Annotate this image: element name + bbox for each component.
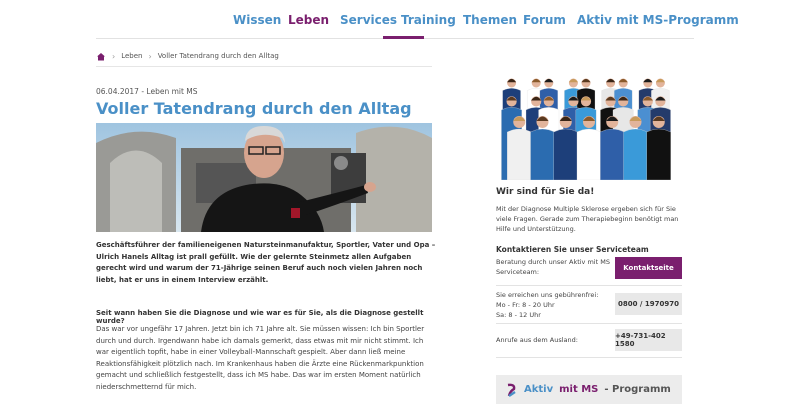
breadcrumb-divider (96, 66, 432, 67)
programm-label-suffix: - Programm (604, 384, 671, 395)
nav-item-aktiv-mit-ms-programm[interactable]: Aktiv mit MS-Programm (577, 13, 739, 27)
abroad-label: Anrufe aus dem Ausland: (496, 336, 578, 344)
article-title: Voller Tatendrang durch den Alltag (96, 99, 412, 118)
interview-answer: Das war vor ungefähr 17 Jahren. Jetzt bi… (96, 325, 425, 391)
nav-item-wissen[interactable]: Wissen (233, 13, 281, 27)
interview-question: Seit wann haben Sie die Diagnose und wie… (96, 309, 424, 325)
nav-item-training[interactable]: Training (401, 13, 456, 27)
advice-text: Beratung durch unser Aktiv mit MS Servic… (496, 258, 610, 276)
sidebar-heading: Wir sind für Sie da! (496, 187, 595, 197)
nav-item-leben[interactable]: Leben (288, 13, 329, 27)
sidebar-divider (496, 323, 682, 324)
sidebar-divider (496, 285, 682, 286)
service-team-photo (496, 60, 682, 181)
phone-abroad[interactable]: +49-731-402 1580 (615, 329, 682, 351)
hours-title: Sie erreichen uns gebührenfrei: (496, 291, 599, 299)
article-lead: Geschäftsführer der familieneigenen Natu… (96, 241, 436, 284)
main-navigation: Wissen Leben Services Training Themen Fo… (96, 0, 739, 39)
article-meta: 06.04.2017 - Leben mit MS (96, 87, 198, 96)
breadcrumb-separator-icon: › (148, 51, 152, 61)
nav-item-services[interactable]: Services (340, 13, 397, 27)
programm-label-aktiv: Aktiv (524, 384, 554, 395)
breadcrumb: › Leben › Voller Tatendrang durch den Al… (96, 48, 432, 64)
hours-saturday: Sa: 8 - 12 Uhr (496, 311, 541, 319)
hours-weekday: Mo - Fr: 8 - 20 Uhr (496, 301, 555, 309)
programm-label-ms: mit MS (559, 384, 599, 395)
nav-active-indicator (383, 36, 424, 39)
sidebar-divider (496, 357, 682, 358)
aktiv-logo-icon (507, 383, 516, 397)
article-hero-image (96, 123, 432, 232)
breadcrumb-separator-icon: › (112, 51, 116, 61)
breadcrumb-item-current: Voller Tatendrang durch den Alltag (157, 52, 279, 60)
home-icon[interactable] (96, 52, 106, 61)
nav-item-forum[interactable]: Forum (523, 13, 566, 27)
contact-heading: Kontaktieren Sie unser Serviceteam (496, 245, 649, 254)
aktiv-programm-banner[interactable]: Aktiv mit MS - Programm (496, 375, 682, 404)
phone-free[interactable]: 0800 / 1970970 (615, 293, 682, 315)
contact-page-button[interactable]: Kontaktseite (615, 257, 682, 279)
breadcrumb-item-leben[interactable]: Leben (121, 52, 142, 60)
sidebar-intro: Mit der Diagnose Multiple Sklerose ergeb… (496, 205, 679, 233)
nav-item-themen[interactable]: Themen (463, 13, 517, 27)
